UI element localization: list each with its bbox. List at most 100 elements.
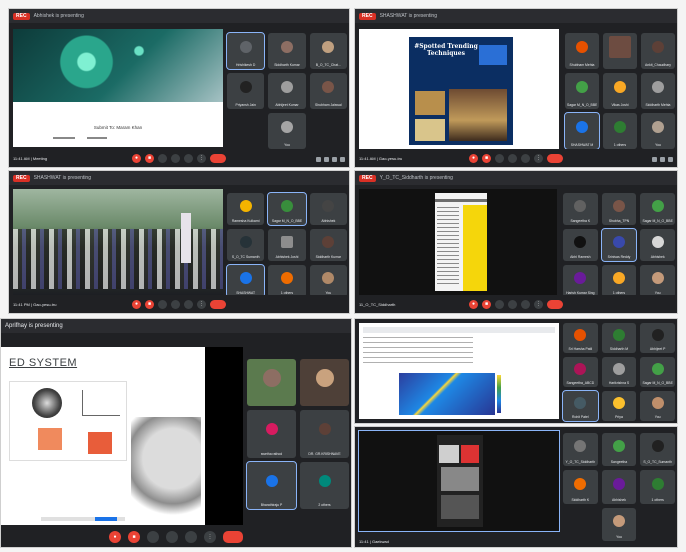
participant-tile[interactable]: Vikas Joshi [603,73,637,109]
hand-icon[interactable] [166,531,178,543]
participant-tile[interactable]: Harikrishna S [601,357,637,387]
captions-icon[interactable] [158,154,167,163]
participant-tile[interactable]: Abhishek [309,193,347,225]
people-icon[interactable] [324,157,329,162]
camera-off-icon[interactable]: ■ [482,300,491,309]
more-icon[interactable]: ⋮ [534,154,543,163]
present-icon[interactable] [184,154,193,163]
captions-icon[interactable] [495,300,504,309]
chat-icon[interactable] [332,157,337,162]
participant-tile[interactable] [300,359,349,407]
captions-icon[interactable] [158,300,167,309]
participant-tile[interactable]: swetha rathod [247,410,296,458]
hand-icon[interactable] [171,300,180,309]
participant-tile[interactable]: Sangeetha [601,433,637,467]
present-icon[interactable] [184,300,193,309]
participant-tile[interactable]: Sagar M_N_O_BBE [640,357,675,387]
end-call-button[interactable] [210,154,226,163]
participant-tile[interactable]: Sangeetha_ABCD [563,357,598,387]
participant-tile[interactable]: Bharathiraju P [246,460,297,510]
camera-off-icon[interactable]: ■ [128,531,140,543]
participant-tile[interactable]: Harish Kumar Sing [563,265,598,297]
shared-screen[interactable] [358,430,560,532]
hand-icon[interactable] [171,154,180,163]
mic-off-icon[interactable]: ● [469,300,478,309]
chat-icon[interactable] [668,157,673,162]
participant-tile[interactable]: Shubham Mehta [565,33,599,69]
shared-screen[interactable] [359,189,557,295]
participant-tile[interactable]: Abhishek Joshi [268,229,306,261]
participant-tile[interactable]: SHASHWAT [225,264,266,298]
mic-off-icon[interactable]: ● [132,300,141,309]
mic-off-icon[interactable]: ● [469,154,478,163]
participant-tile[interactable]: Srinivas Reddy [600,228,638,262]
participant-tile[interactable]: You [309,265,347,297]
shared-screen[interactable] [13,189,223,295]
participant-tile[interactable]: Siddharth Kumar [309,229,347,261]
people-icon[interactable] [660,157,665,162]
participant-tile[interactable]: Shubham Jaiswal [309,73,347,109]
participant-tile[interactable]: Sagar M_N_O_BBE [267,192,307,226]
participant-tile[interactable] [603,33,637,69]
participant-tile[interactable]: SHASHWAT M [564,112,600,150]
participant-tile[interactable]: Ramesha Kulkarni [227,193,265,225]
participant-tile[interactable]: S_O_TC_Sumanth [640,433,675,467]
shared-screen[interactable]: ED SYSTEM [1,347,205,525]
shared-screen[interactable]: #Spotted Trending Techniques [359,29,559,149]
participant-tile[interactable]: Sagar M_N_O_BBE [640,193,675,225]
participant-tile[interactable]: Siddharth K [563,470,598,504]
more-icon[interactable]: ⋮ [197,154,206,163]
activities-icon[interactable] [340,157,345,162]
camera-off-icon[interactable]: ■ [145,300,154,309]
participant-tile[interactable]: You [268,113,306,149]
info-icon[interactable] [316,157,321,162]
end-call-button[interactable] [210,300,226,309]
present-icon[interactable] [521,300,530,309]
participant-tile[interactable]: Rohit Patel [562,390,599,422]
participant-tile[interactable]: S_O_TC Sumanth [227,229,265,261]
participant-tile[interactable]: Siddharth Mehta [641,73,675,109]
participant-tile[interactable]: Hrishikesh D [225,32,266,70]
participant-tile[interactable]: 1 others [601,265,637,297]
participant-tile[interactable]: Sagar M_N_O_BBE [565,73,599,109]
more-icon[interactable]: ⋮ [204,531,216,543]
participant-tile[interactable]: Sri Harsha Patil [563,323,598,353]
participant-tile[interactable]: 1 others [268,265,306,297]
hand-icon[interactable] [508,154,517,163]
camera-off-icon[interactable]: ■ [145,154,154,163]
participant-tile[interactable]: Abhijeet P [640,323,675,353]
camera-off-icon[interactable]: ■ [482,154,491,163]
participant-tile[interactable]: Y_O_TC_Siddharth [563,433,598,467]
participant-tile[interactable]: You [640,265,675,297]
end-call-button[interactable] [547,300,563,309]
participant-tile[interactable]: Siddharth M [601,323,637,353]
hand-icon[interactable] [508,300,517,309]
mic-off-icon[interactable]: ● [132,154,141,163]
participant-tile[interactable]: You [641,113,675,149]
participant-tile[interactable]: 2 others [300,461,349,509]
present-icon[interactable] [521,154,530,163]
participant-tile[interactable]: Shubha_TPN [601,193,637,225]
participant-tile[interactable]: 1 others [640,470,675,504]
captions-icon[interactable] [495,154,504,163]
participant-tile[interactable]: DR. GR.KRISHNAVE [300,410,349,458]
participant-tile[interactable]: Sangeetha K [563,193,598,225]
participant-tile[interactable]: Abhishek [640,229,675,261]
present-icon[interactable] [185,531,197,543]
info-icon[interactable] [652,157,657,162]
end-call-button[interactable] [547,154,563,163]
captions-icon[interactable] [147,531,159,543]
participant-tile[interactable]: Priya [601,391,637,421]
shared-screen[interactable]: Submit To: Maram Khan [13,29,223,147]
more-icon[interactable]: ⋮ [197,300,206,309]
participant-tile[interactable]: Ankit_Chaudhary [641,33,675,69]
shared-screen[interactable] [359,323,559,419]
mic-off-icon[interactable]: ● [109,531,121,543]
participant-tile[interactable]: B_O_TC_Chat... [309,33,347,69]
participant-tile[interactable]: Abhijeet Kumar [268,73,306,109]
participant-tile[interactable] [247,359,296,407]
participant-tile[interactable]: Priyansh Jain [227,73,265,109]
participant-tile[interactable]: 1 others [603,113,637,149]
participant-tile[interactable]: Abhi Ramesh [563,229,598,261]
participant-tile[interactable]: Siddharth Kumar [268,33,306,69]
